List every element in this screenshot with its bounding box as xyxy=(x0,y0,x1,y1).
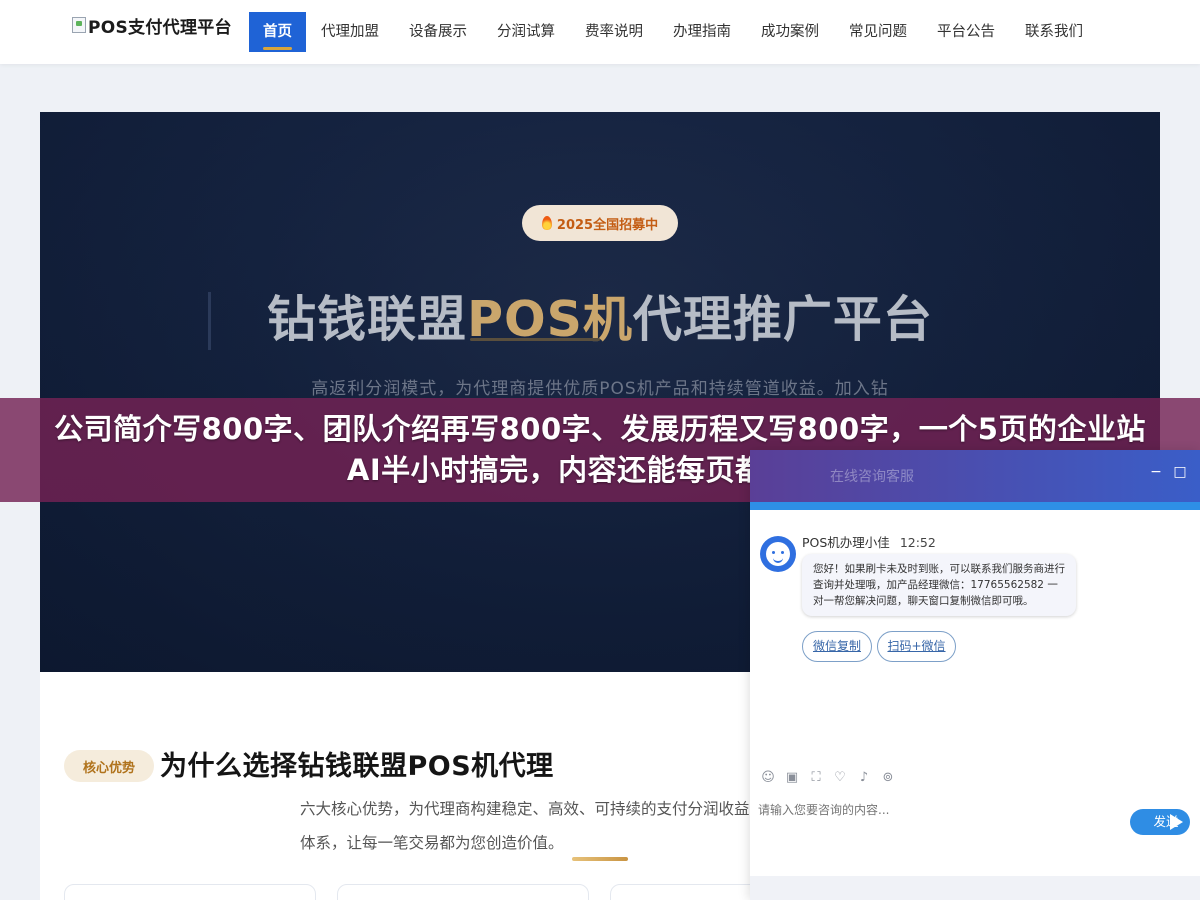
nav-item-guide[interactable]: 办理指南 xyxy=(658,12,746,52)
nav-item-cases[interactable]: 成功案例 xyxy=(746,12,834,52)
message-bubble: 您好！如果刷卡未及时到账，可以联系我们服务商进行查询并处理哦，加产品经理微信：1… xyxy=(802,554,1076,616)
chat-widget: 在线咨询客服 − □ POS机办理小佳 12:52 您好！如果刷卡未及时到账，可以… xyxy=(750,450,1200,900)
site-logo[interactable]: POS支付代理平台 xyxy=(72,12,232,38)
sound-icon[interactable]: ♪ xyxy=(856,770,872,786)
section-divider xyxy=(572,857,628,861)
chat-header: 在线咨询客服 − □ xyxy=(750,450,1200,502)
nav-item-contact[interactable]: 联系我们 xyxy=(1010,12,1098,52)
broken-image-icon xyxy=(72,17,86,33)
nav-item-home[interactable]: 首页 xyxy=(249,12,306,52)
minimize-icon[interactable]: − xyxy=(1148,464,1164,480)
message-sender: POS机办理小佳 12:52 xyxy=(802,532,936,551)
section-tag: 核心优势 xyxy=(64,750,154,782)
scan-wechat-button[interactable]: 扫码+微信 xyxy=(877,631,956,662)
smile-face-icon xyxy=(766,542,790,566)
sender-name: POS机办理小佳 xyxy=(802,535,890,550)
section-description: 六大核心优势，为代理商构建稳定、高效、可持续的支付分润收益体系，让每一笔交易都为… xyxy=(300,800,750,852)
nav-item-notice[interactable]: 平台公告 xyxy=(922,12,1010,52)
recruit-badge: 2025全国招募中 xyxy=(522,205,678,241)
rate-icon[interactable]: ♡ xyxy=(832,770,848,786)
site-header: POS支付代理平台 首页 代理加盟 设备展示 分润试算 费率说明 办理指南 成功… xyxy=(0,0,1200,64)
chat-header-title: 在线咨询客服 xyxy=(830,469,914,485)
hero-subtitle: 高返利分润模式，为代理商提供优质POS机产品和持续管道收益。加入钻 xyxy=(311,379,889,399)
flame-icon xyxy=(541,216,552,230)
nav-item-faq[interactable]: 常见问题 xyxy=(834,12,922,52)
screenshot-icon[interactable]: ⛶ xyxy=(808,770,824,786)
maximize-icon[interactable]: □ xyxy=(1172,464,1188,480)
chat-icon[interactable]: ⊚ xyxy=(880,770,896,786)
nav-item-agent-join[interactable]: 代理加盟 xyxy=(306,12,394,52)
send-arrow-icon xyxy=(1170,814,1183,830)
advantage-card[interactable] xyxy=(64,884,316,900)
advantage-card[interactable] xyxy=(337,884,589,900)
chat-header-accent-bar xyxy=(750,502,1200,510)
hero-title-part1: 钻钱联盟 xyxy=(267,291,468,348)
hero-title-underline xyxy=(470,338,600,341)
nav-item-profit-calc[interactable]: 分润试算 xyxy=(482,12,570,52)
message-time: 12:52 xyxy=(899,535,936,550)
emoji-icon[interactable]: ☺ xyxy=(760,770,776,786)
nav-item-devices[interactable]: 设备展示 xyxy=(394,12,482,52)
logo-alt-text: POS支付代理平台 xyxy=(88,17,232,38)
section-title: 为什么选择钻钱联盟POS机代理 xyxy=(160,751,554,782)
image-icon[interactable]: ▣ xyxy=(784,770,800,786)
main-nav: 首页 代理加盟 设备展示 分润试算 费率说明 办理指南 成功案例 常见问题 平台… xyxy=(249,12,1098,52)
copy-wechat-button[interactable]: 微信复制 xyxy=(802,631,872,662)
hero-title: 钻钱联盟POS机代理推广平台 xyxy=(40,280,1160,351)
agent-avatar xyxy=(760,536,796,572)
chat-message-input[interactable] xyxy=(758,798,1118,822)
send-button[interactable]: 发送 xyxy=(1130,809,1190,835)
chat-footer xyxy=(750,876,1200,900)
nav-item-rates[interactable]: 费率说明 xyxy=(570,12,658,52)
recruit-badge-label: 2025全国招募中 xyxy=(556,217,659,233)
hero-title-part2: 代理推广平台 xyxy=(632,291,933,348)
chat-toolbar: ☺ ▣ ⛶ ♡ ♪ ⊚ xyxy=(760,770,896,786)
